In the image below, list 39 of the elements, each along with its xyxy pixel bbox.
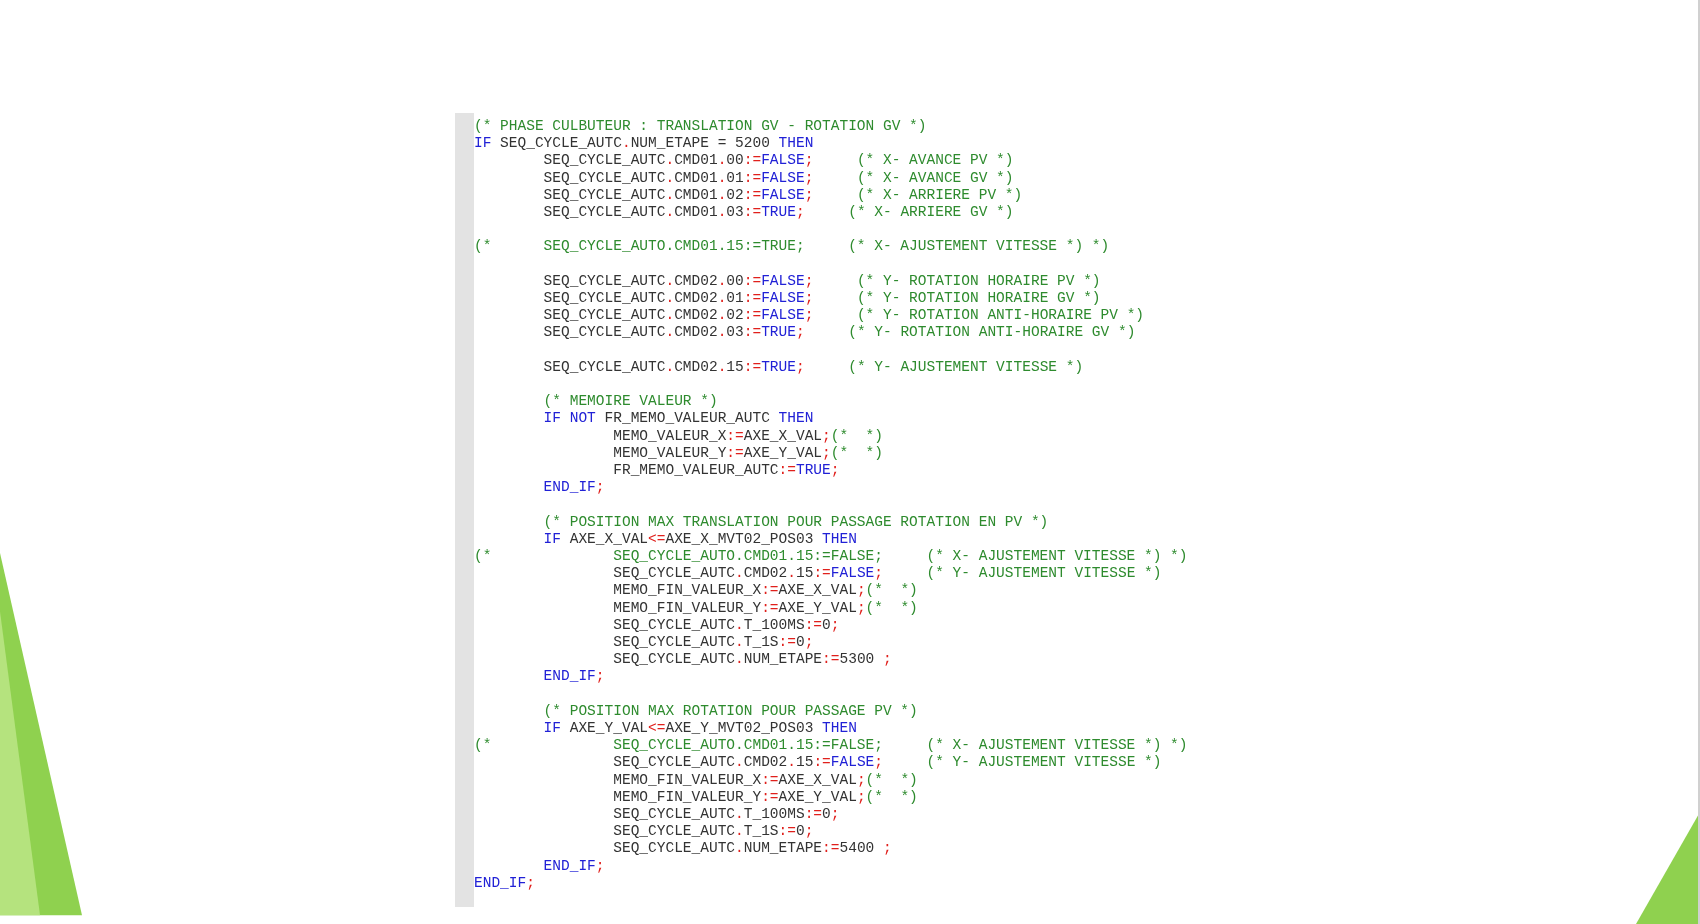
code-line: END_IF;: [542, 668, 606, 686]
code-line: (* POSITION MAX TRANSLATION POUR PASSAGE ROTATION EN PV *): [542, 513, 1050, 531]
code-line: SEQ_CYCLE_AUTC.T_100MS:=0;: [612, 616, 841, 634]
code-line: SEQ_CYCLE_AUTC.CMD01.03:=TRUE; (* X- ARRIERE GV *): [542, 204, 1015, 222]
code-line: (* PHASE CULBUTEUR : TRANSLATION GV - ROTATION GV *): [474, 118, 928, 136]
code-line: MEMO_VALEUR_Y:=AXE_Y_VAL;(* *): [612, 444, 884, 462]
code-line: END_IF;: [542, 479, 606, 497]
code-line: SEQ_CYCLE_AUTC.NUM_ETAPE:=5400 ;: [612, 840, 893, 858]
code-line: SEQ_CYCLE_AUTC.CMD01.02:=FALSE; (* X- ARRIERE PV *): [542, 186, 1024, 204]
code-line: IF AXE_X_VAL<=AXE_X_MVT02_POS03 THEN: [542, 530, 858, 548]
code-line: SEQ_CYCLE_AUTC.T_100MS:=0;: [612, 806, 841, 824]
code-line: SEQ_CYCLE_AUTC.CMD02.15:=FALSE; (* Y- AJUSTEMENT VITESSE *): [612, 754, 1163, 772]
code-line: MEMO_FIN_VALEUR_X:=AXE_X_VAL;(* *): [612, 582, 919, 600]
code-line: MEMO_VALEUR_X:=AXE_X_VAL;(* *): [612, 427, 884, 445]
code-line: (* POSITION MAX ROTATION POUR PASSAGE PV *): [542, 702, 919, 720]
code-line: (* SEQ_CYCLE_AUTO.CMD01.15:=FALSE; (* X- AJUSTEMENT VITESSE *) *): [474, 548, 1188, 566]
code-line: (* MEMOIRE VALEUR *): [542, 393, 719, 411]
code-line: SEQ_CYCLE_AUTC.T_1S:=0;: [612, 634, 815, 652]
code-line: (* SEQ_CYCLE_AUTO.CMD01.15:=FALSE; (* X- AJUSTEMENT VITESSE *) *): [474, 737, 1188, 755]
code-line: SEQ_CYCLE_AUTC.CMD02.02:=FALSE; (* Y- ROTATION ANTI-HORAIRE PV *): [542, 307, 1146, 325]
code-line: END_IF;: [474, 874, 536, 893]
code-line: MEMO_FIN_VALEUR_Y:=AXE_Y_VAL;(* *): [612, 599, 919, 617]
code-line: MEMO_FIN_VALEUR_X:=AXE_X_VAL;(* *): [612, 771, 919, 789]
code-line: SEQ_CYCLE_AUTC.CMD02.01:=FALSE; (* Y- ROTATION HORAIRE GV *): [542, 290, 1102, 308]
code-line: (* SEQ_CYCLE_AUTO.CMD01.15:=TRUE; (* X- AJUSTEMENT VITESSE *) *): [474, 238, 1111, 256]
code-line: IF AXE_Y_VAL<=AXE_Y_MVT02_POS03 THEN: [542, 720, 858, 738]
code-line: SEQ_CYCLE_AUTC.CMD02.15:=FALSE; (* Y- AJUSTEMENT VITESSE *): [612, 565, 1163, 583]
code-line: IF NOT FR_MEMO_VALEUR_AUTC THEN: [542, 410, 815, 428]
code-line: SEQ_CYCLE_AUTC.CMD02.00:=FALSE; (* Y- ROTATION HORAIRE PV *): [542, 272, 1102, 290]
code-line: MEMO_FIN_VALEUR_Y:=AXE_Y_VAL;(* *): [612, 788, 919, 807]
code-line: FR_MEMO_VALEUR_AUTC:=TRUE;: [612, 462, 841, 480]
code-line: IF SEQ_CYCLE_AUTC.NUM_ETAPE = 5200 THEN: [474, 135, 815, 153]
code-line: SEQ_CYCLE_AUTC.CMD02.03:=TRUE; (* Y- ROTATION ANTI-HORAIRE GV *): [542, 324, 1137, 342]
code-line: SEQ_CYCLE_AUTC.CMD01.00:=FALSE; (* X- AVANCE PV *): [542, 152, 1015, 170]
code-line: SEQ_CYCLE_AUTC.NUM_ETAPE:=5300 ;: [612, 651, 893, 669]
code-line: SEQ_CYCLE_AUTC.T_1S:=0;: [612, 823, 815, 841]
code-line: SEQ_CYCLE_AUTC.CMD02.15:=TRUE; (* Y- AJUSTEMENT VITESSE *): [542, 358, 1085, 376]
code-line: END_IF;: [542, 857, 606, 875]
code-line: SEQ_CYCLE_AUTC.CMD01.01:=FALSE; (* X- AVANCE GV *): [542, 169, 1015, 187]
